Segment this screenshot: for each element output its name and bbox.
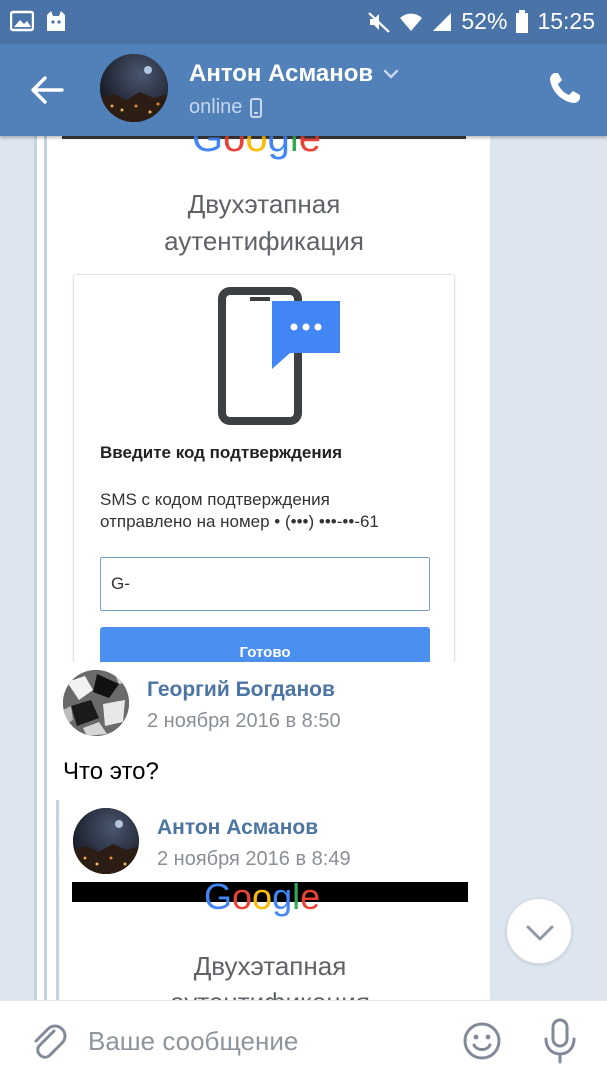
scroll-down-button[interactable] [506, 898, 572, 964]
avatar[interactable] [100, 54, 168, 122]
contact-name-row[interactable]: Антон Асманов [189, 60, 399, 88]
avatar-photo [63, 670, 129, 736]
sms-description: SMS с кодом подтверждения отправлено на … [100, 489, 440, 533]
title-line-2: аутентификация [164, 226, 364, 256]
two-factor-title: Двухэтапная аутентификация [72, 948, 468, 1000]
cat-icon [47, 11, 65, 31]
avatar-photo [73, 808, 139, 874]
clock: 15:25 [537, 8, 595, 34]
title-line-1: Двухэтапная [193, 951, 347, 981]
post-author[interactable]: Георгий Богданов [147, 678, 335, 702]
contact-name: Антон Асманов [189, 60, 374, 87]
back-arrow-icon[interactable] [28, 72, 66, 108]
wifi-icon [400, 13, 423, 31]
two-factor-title: Двухэтапная аутентификация [62, 186, 466, 260]
forward-rail-inner [44, 136, 47, 1000]
forward-rail [34, 136, 37, 1000]
mobile-icon [250, 97, 263, 118]
microphone-icon[interactable] [540, 1017, 580, 1065]
title-line-2: аутентификация [72, 984, 468, 1000]
paperclip-icon[interactable] [28, 1021, 68, 1061]
sms-line-2: отправлено на номер • (•••) •••-••-61 [100, 512, 379, 531]
battery-icon [516, 9, 529, 33]
avatar[interactable] [73, 808, 139, 874]
phone-sms-illustration [218, 287, 340, 425]
chat-header: Антон Асманов online [0, 44, 607, 136]
post-date: 2 ноября 2016 в 8:50 [147, 710, 341, 732]
chevron-down-icon [526, 925, 554, 941]
google-logo: Google [192, 136, 322, 160]
verification-code-input[interactable] [100, 557, 430, 611]
contact-status: online [189, 96, 243, 118]
battery-percent: 52% [461, 8, 508, 34]
google-logo: Google [204, 882, 321, 917]
quoted-post-date: 2 ноября 2016 в 8:49 [157, 848, 351, 870]
contact-status-row: online [189, 96, 263, 119]
verification-card: Введите код подтверждения SMS с кодом по… [73, 274, 455, 662]
title-line-1: Двухэтапная [187, 189, 341, 219]
verification-heading: Введите код подтверждения [100, 443, 342, 462]
attached-screenshot[interactable]: Google Двухэтапная аутентификация [72, 882, 468, 1000]
quoted-post-author[interactable]: Антон Асманов [157, 816, 318, 840]
attached-screenshot[interactable]: Google Двухэтапная аутентификация Введит… [62, 136, 466, 662]
phone-icon[interactable] [547, 70, 583, 106]
chevron-down-icon [383, 69, 399, 79]
done-button[interactable]: Готово [100, 627, 430, 662]
message-input-bar [0, 1000, 607, 1080]
signal-icon [433, 12, 452, 31]
message-input[interactable] [88, 1017, 448, 1065]
forward-rail-nested [56, 800, 59, 1000]
mute-icon [368, 11, 391, 33]
sms-line-1: SMS с кодом подтверждения [100, 490, 330, 509]
status-bar: 52% 15:25 [0, 0, 607, 44]
image-icon [10, 10, 34, 32]
conversation-area[interactable]: Google Двухэтапная аутентификация Введит… [0, 136, 607, 1000]
post-text: Что это? [63, 758, 159, 785]
avatar-photo [100, 54, 168, 122]
emoji-icon[interactable] [462, 1021, 502, 1061]
avatar[interactable] [63, 670, 129, 736]
